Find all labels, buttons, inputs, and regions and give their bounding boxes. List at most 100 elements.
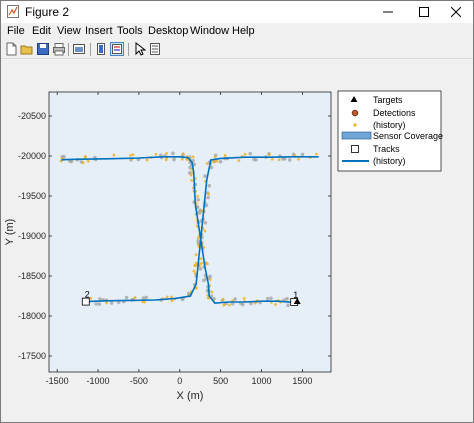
detection-point xyxy=(196,194,200,198)
minimize-button[interactable] xyxy=(371,1,405,23)
detection-point xyxy=(197,210,202,215)
x-tick-label: -1000 xyxy=(87,376,110,386)
y-tick-label: -17500 xyxy=(18,351,46,361)
detection-point xyxy=(223,153,227,157)
detection-point xyxy=(207,183,212,188)
detection-point xyxy=(194,253,198,257)
detection-point xyxy=(200,261,203,265)
detection-point xyxy=(254,158,258,162)
x-tick-label: 500 xyxy=(213,376,228,386)
detection-point xyxy=(145,158,149,162)
figure-window: Figure 2 File Edit View Insert Tools Des… xyxy=(0,0,474,423)
detection-point xyxy=(98,297,102,301)
detection-point xyxy=(105,301,108,305)
menu-tools[interactable]: Tools xyxy=(117,25,143,37)
close-button[interactable] xyxy=(439,1,473,23)
tracking-plot[interactable]: -1500 -1000 -500 0 500 1000 1500 -20500 -20000 -1… xyxy=(1,59,473,422)
y-tick-label: -20500 xyxy=(18,111,46,121)
title-bar[interactable]: Figure 2 xyxy=(1,1,473,23)
maximize-button[interactable] xyxy=(407,1,441,23)
matlab-figure-icon xyxy=(7,5,19,18)
menu-edit[interactable]: Edit xyxy=(32,25,51,37)
legend[interactable]: Targets Detections (history) Sensor Cove… xyxy=(337,90,443,172)
x-tick-label: -1500 xyxy=(46,376,69,386)
legend-entry-track-history: (history) xyxy=(373,156,406,166)
menu-file[interactable]: File xyxy=(7,25,25,37)
open-file-icon[interactable] xyxy=(20,42,34,56)
link-plot-icon[interactable] xyxy=(72,42,86,56)
menu-help[interactable]: Help xyxy=(232,25,255,37)
detection-point xyxy=(194,261,198,265)
detection-point xyxy=(218,159,223,164)
toolbar-separator xyxy=(90,43,91,56)
x-tick-label: 0 xyxy=(177,376,182,386)
y-tick-label: -18500 xyxy=(18,271,46,281)
detection-point xyxy=(277,158,281,162)
menu-view[interactable]: View xyxy=(57,25,81,37)
toolbar-separator xyxy=(68,43,69,56)
x-tick-label: 1500 xyxy=(292,376,312,386)
detection-point xyxy=(227,303,231,307)
detection-point xyxy=(300,152,305,157)
menu-window[interactable]: Window xyxy=(190,25,229,37)
legend-entry-sensor-coverage: Sensor Coverage xyxy=(373,131,443,141)
insert-colorbar-icon[interactable] xyxy=(94,42,108,56)
detection-point xyxy=(297,157,300,161)
legend-entry-tracks: Tracks xyxy=(373,144,400,154)
detection-point xyxy=(203,174,207,178)
figure-canvas: -1500 -1000 -500 0 500 1000 1500 -20500 -20000 -1… xyxy=(1,59,473,422)
minimize-icon xyxy=(383,11,393,13)
property-inspector-icon[interactable] xyxy=(148,42,162,56)
detection-point xyxy=(215,159,219,163)
menu-desktop[interactable]: Desktop xyxy=(148,25,188,37)
detection-point xyxy=(203,229,207,233)
x-tick-label: 1000 xyxy=(252,376,272,386)
detection-point xyxy=(112,153,116,157)
detection-point xyxy=(205,262,209,266)
detection-point xyxy=(267,153,271,157)
print-icon[interactable] xyxy=(52,42,66,56)
insert-legend-icon[interactable] xyxy=(110,42,124,56)
detection-point xyxy=(81,161,85,165)
new-figure-icon[interactable] xyxy=(4,42,18,56)
detection-point xyxy=(154,152,158,156)
legend-entry-detections: Detections xyxy=(373,108,416,118)
detection-point xyxy=(270,157,274,161)
menu-insert[interactable]: Insert xyxy=(85,25,113,37)
x-axis-label: X (m) xyxy=(177,390,204,402)
detection-point xyxy=(287,158,292,162)
track-id-label: 2 xyxy=(85,290,90,300)
detection-point xyxy=(192,269,196,273)
detection-point xyxy=(94,302,98,306)
detection-point xyxy=(233,297,237,301)
track-id-label: 1 xyxy=(293,290,298,300)
detection-point xyxy=(172,157,176,162)
legend-entry-targets: Targets xyxy=(373,95,403,105)
detection-point xyxy=(248,151,253,156)
detection-point xyxy=(196,236,200,239)
detection-circle-icon xyxy=(351,109,359,117)
save-icon[interactable] xyxy=(36,42,50,56)
axes-background xyxy=(49,92,331,372)
detection-point xyxy=(237,159,241,162)
menu-bar: File Edit View Insert Tools Desktop Wind… xyxy=(1,23,473,40)
window-title: Figure 2 xyxy=(25,5,70,19)
y-axis-label: Y (m) xyxy=(4,219,16,246)
detection-point xyxy=(199,257,203,261)
detection-point xyxy=(181,152,185,156)
track-square-icon xyxy=(351,145,359,153)
detection-point xyxy=(212,160,215,164)
detection-point xyxy=(141,296,146,300)
y-tick-label: -20000 xyxy=(18,151,46,161)
detection-point xyxy=(206,195,210,200)
detection-point xyxy=(143,300,146,304)
detection-point xyxy=(196,197,200,202)
detection-point xyxy=(170,299,174,303)
edit-plot-icon[interactable] xyxy=(132,42,146,56)
legend-entry-detection-history: (history) xyxy=(373,120,406,130)
detection-point xyxy=(243,152,247,156)
detection-point xyxy=(208,274,213,279)
detection-point xyxy=(124,295,129,300)
detection-point xyxy=(315,152,318,156)
detection-point xyxy=(62,154,66,159)
